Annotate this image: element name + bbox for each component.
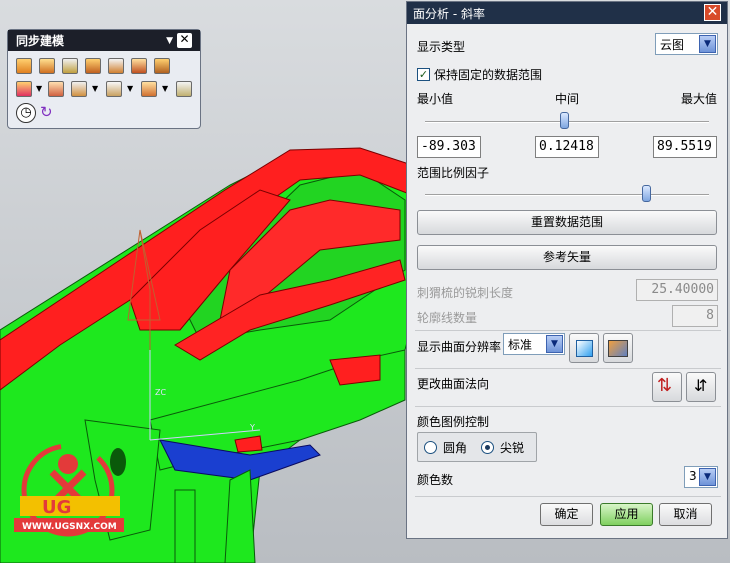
reference-vector-button[interactable]: 参考矢量 bbox=[417, 245, 717, 270]
min-value-field[interactable]: -89.303 bbox=[417, 136, 481, 158]
delete-face-icon[interactable] bbox=[131, 58, 147, 74]
display-type-value: 云图 bbox=[660, 38, 685, 52]
chevron-down-icon[interactable]: ▼ bbox=[699, 35, 716, 53]
shaded-cube-button[interactable] bbox=[569, 333, 599, 363]
move-face-icon[interactable] bbox=[16, 58, 32, 74]
ok-button[interactable]: 确定 bbox=[540, 503, 593, 526]
range-scale-label: 范围比例因子 bbox=[417, 166, 490, 180]
radio-sharp-label: 尖锐 bbox=[500, 440, 525, 455]
resolution-select[interactable]: 标准 ▼ bbox=[503, 333, 565, 355]
resolution-value: 标准 bbox=[508, 338, 533, 352]
ugsnx-watermark-logo: UG WWW.UGSNX.COM bbox=[12, 434, 132, 556]
radio-sharp[interactable] bbox=[481, 440, 495, 454]
svg-text:ZC: ZC bbox=[155, 388, 166, 397]
display-type-select[interactable]: 云图 ▼ bbox=[655, 33, 718, 55]
mid-slider-thumb[interactable] bbox=[559, 112, 569, 129]
divider bbox=[415, 496, 721, 497]
max-label: 最大值 bbox=[681, 92, 718, 106]
divider bbox=[415, 330, 721, 331]
apply-button[interactable]: 应用 bbox=[600, 503, 653, 526]
paste-face-icon[interactable] bbox=[48, 81, 64, 97]
sync-modeling-toolbar: 同步建模 ▼ ✕ ▼ ▼ ▼ ▼ ◷ ↻ bbox=[7, 29, 201, 129]
linear-dimension-icon[interactable] bbox=[106, 81, 122, 97]
keep-range-label: 保持固定的数据范围 bbox=[434, 68, 543, 82]
dropdown-icon[interactable]: ▼ bbox=[92, 84, 98, 93]
copy-face-icon[interactable] bbox=[16, 81, 32, 97]
history-clock-icon[interactable]: ◷ bbox=[16, 103, 36, 123]
range-scale-track[interactable] bbox=[425, 194, 709, 196]
hedgehog-length-field[interactable]: 25.40000 bbox=[636, 279, 718, 301]
pull-face-icon[interactable] bbox=[39, 58, 55, 74]
shaded-cube-icon bbox=[576, 340, 593, 357]
dropdown-icon[interactable]: ▼ bbox=[162, 84, 168, 93]
reset-range-button[interactable]: 重置数据范围 bbox=[417, 210, 717, 235]
face-analysis-dialog: 面分析 - 斜率 ✕ 显示类型 云图 ▼ ✓ 保持固定的数据范围 最小值 中间 … bbox=[406, 1, 728, 539]
legend-control-label: 颜色图例控制 bbox=[417, 415, 490, 429]
cross-section-icon[interactable] bbox=[141, 81, 157, 97]
refresh-icon[interactable]: ↻ bbox=[40, 103, 53, 121]
close-icon[interactable]: ✕ bbox=[704, 4, 721, 21]
cross-section-icon[interactable] bbox=[176, 81, 192, 97]
mirror-face-icon[interactable] bbox=[71, 81, 87, 97]
radio-round-label: 圆角 bbox=[443, 440, 468, 455]
dropdown-icon[interactable]: ▼ bbox=[127, 84, 133, 93]
checkbox-checked-icon[interactable]: ✓ bbox=[417, 68, 430, 81]
range-scale-thumb[interactable] bbox=[642, 185, 652, 202]
display-type-label: 显示类型 bbox=[417, 40, 466, 54]
offset-region-icon[interactable] bbox=[62, 58, 78, 74]
contour-count-label: 轮廓线数量 bbox=[417, 311, 478, 325]
dialog-title-bar[interactable]: 面分析 - 斜率 ✕ bbox=[407, 2, 727, 24]
cancel-button[interactable]: 取消 bbox=[659, 503, 712, 526]
max-value-field[interactable]: 89.5519 bbox=[653, 136, 717, 158]
contour-count-field[interactable]: 8 bbox=[672, 305, 718, 327]
edge-display-icon bbox=[608, 340, 628, 357]
hedgehog-length-label: 刺猬梳的锐刺长度 bbox=[417, 286, 514, 300]
color-count-select[interactable]: 3 ▼ bbox=[684, 466, 718, 488]
min-label: 最小值 bbox=[417, 92, 454, 106]
mid-value-field[interactable]: 0.12418 bbox=[535, 136, 599, 158]
color-count-value: 3 bbox=[689, 469, 697, 483]
flip-normal-button[interactable]: ⇵ bbox=[686, 372, 716, 402]
keep-range-checkbox[interactable]: ✓ 保持固定的数据范围 bbox=[417, 66, 542, 83]
dropdown-icon[interactable]: ▼ bbox=[36, 84, 42, 93]
color-count-label: 颜色数 bbox=[417, 473, 454, 487]
edge-display-button[interactable] bbox=[603, 333, 633, 363]
divider bbox=[415, 368, 721, 369]
toolbar-title-bar[interactable]: 同步建模 ▼ ✕ bbox=[8, 30, 200, 51]
divider bbox=[415, 406, 721, 407]
resize-blend-icon[interactable] bbox=[108, 58, 124, 74]
radio-round[interactable] bbox=[424, 440, 437, 454]
flip-normal-icon: ⇵ bbox=[694, 376, 708, 395]
reverse-normal-button[interactable]: ⇅ bbox=[652, 372, 682, 402]
dialog-title: 面分析 - 斜率 bbox=[413, 7, 485, 21]
mid-label: 中间 bbox=[555, 92, 580, 106]
chevron-down-icon[interactable]: ▼ bbox=[546, 335, 563, 353]
watermark-brand: UG bbox=[42, 497, 71, 518]
change-normal-label: 更改曲面法向 bbox=[417, 377, 490, 391]
watermark-site: WWW.UGSNX.COM bbox=[22, 522, 117, 532]
resolution-label: 显示曲面分辨率 bbox=[417, 340, 502, 354]
make-coplanar-icon[interactable] bbox=[154, 58, 170, 74]
normal-arrows-icon: ⇅ bbox=[657, 375, 673, 396]
legend-radio-group: 圆角 尖锐 bbox=[417, 432, 537, 462]
replace-face-icon[interactable] bbox=[85, 58, 101, 74]
toolbar-close-icon[interactable]: ✕ bbox=[177, 33, 192, 48]
chevron-down-icon[interactable]: ▼ bbox=[699, 468, 716, 486]
toolbar-title: 同步建模 bbox=[16, 34, 65, 48]
toolbar-options-icon[interactable]: ▼ bbox=[166, 36, 173, 46]
svg-text:Y: Y bbox=[249, 423, 255, 432]
